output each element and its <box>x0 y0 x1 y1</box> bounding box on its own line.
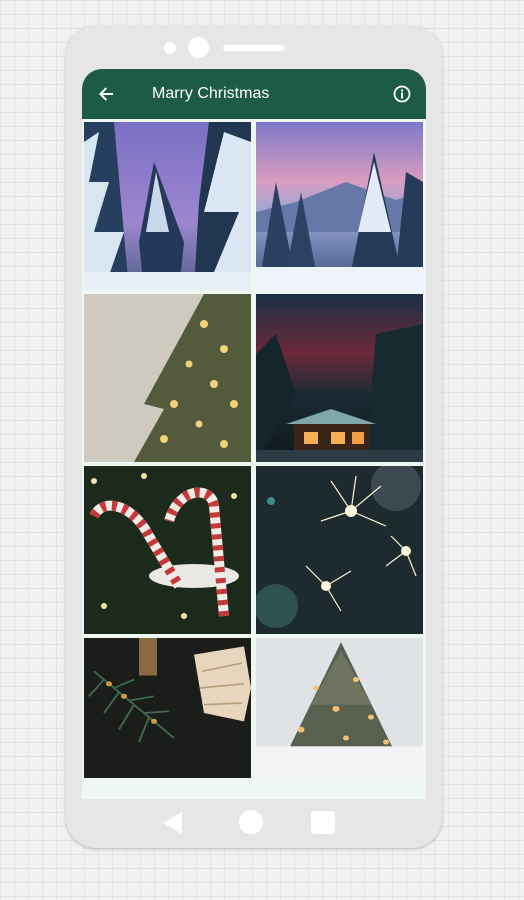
wallpaper-tile-6[interactable] <box>256 466 423 634</box>
wallpaper-tile-2[interactable] <box>256 122 423 290</box>
wallpaper-tile-4[interactable] <box>256 294 423 462</box>
front-sensor <box>164 42 176 54</box>
wallpaper-tile-8[interactable] <box>256 638 423 778</box>
triangle-back-icon[interactable] <box>162 811 184 840</box>
wallpaper-tile-3[interactable] <box>84 294 251 462</box>
earpiece-speaker <box>223 45 285 51</box>
front-camera <box>188 37 209 58</box>
phone-frame: Marry Christmas <box>66 26 442 848</box>
info-icon[interactable] <box>392 84 412 104</box>
wallpaper-tile-1[interactable] <box>84 122 251 290</box>
circle-home-icon[interactable] <box>239 810 263 834</box>
app-bar: Marry Christmas <box>82 69 426 119</box>
wallpaper-grid <box>84 122 424 778</box>
arrow-left-icon[interactable] <box>96 84 116 104</box>
system-nav-bar <box>66 806 442 846</box>
wallpaper-tile-5[interactable] <box>84 466 251 634</box>
page-title: Marry Christmas <box>152 85 270 102</box>
square-recents-icon[interactable] <box>311 811 335 834</box>
wallpaper-tile-7[interactable] <box>84 638 251 778</box>
app-screen: Marry Christmas <box>82 69 426 799</box>
